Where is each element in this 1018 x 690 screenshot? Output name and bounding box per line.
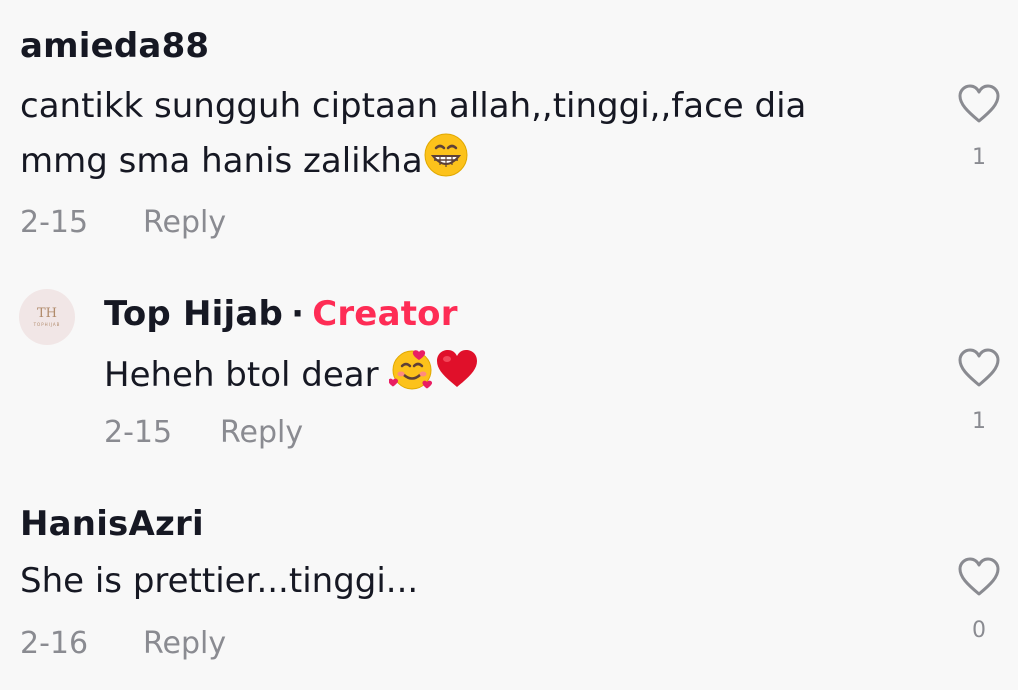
like-button[interactable] xyxy=(957,557,1001,597)
comment-text-line2-row: mmg sma hanis zalikha xyxy=(20,132,469,193)
reply-button[interactable]: Reply xyxy=(220,415,303,450)
comment-date: 2-15 xyxy=(20,205,89,240)
comment-username[interactable]: amieda88 xyxy=(20,26,209,66)
comment-text-line2: mmg sma hanis zalikha xyxy=(20,141,423,181)
comment-text: Heheh btol dear xyxy=(104,355,379,395)
reply-button[interactable]: Reply xyxy=(143,205,226,240)
heart-outline-icon xyxy=(958,348,1000,387)
comment-text: She is prettier...tinggi... xyxy=(20,561,419,601)
creator-badge: Creator xyxy=(312,294,458,334)
comment-username[interactable]: HanisAzri xyxy=(20,504,204,544)
reply-button[interactable]: Reply xyxy=(143,626,226,661)
avatar-text: TOPHIJAB xyxy=(33,322,61,327)
separator-dot: · xyxy=(291,294,305,334)
comment-text: cantikk sungguh ciptaan allah,,tinggi,,f… xyxy=(20,80,806,132)
smiling-face-with-hearts-emoji xyxy=(388,346,435,407)
comment-text-line1: cantikk sungguh ciptaan allah,,tinggi,,f… xyxy=(20,86,807,126)
avatar[interactable]: TH TOPHIJAB xyxy=(19,289,75,345)
comment-username[interactable]: Top Hijab xyxy=(104,294,283,334)
like-count: 1 xyxy=(972,145,986,170)
avatar-monogram: TH xyxy=(36,306,57,321)
heart-outline-icon xyxy=(958,557,1000,596)
comment-username-row: Top Hijab · Creator xyxy=(104,294,458,334)
red-heart-emoji xyxy=(435,349,479,404)
like-button[interactable] xyxy=(957,84,1001,124)
heart-outline-icon xyxy=(958,84,1000,123)
like-button[interactable] xyxy=(957,348,1001,388)
like-count: 0 xyxy=(972,618,986,643)
comment-text-row: Heheh btol dear xyxy=(104,346,479,407)
like-count: 1 xyxy=(972,409,986,434)
comment-date: 2-16 xyxy=(20,626,89,661)
grinning-face-emoji xyxy=(423,132,469,193)
comment-date: 2-15 xyxy=(104,415,173,450)
